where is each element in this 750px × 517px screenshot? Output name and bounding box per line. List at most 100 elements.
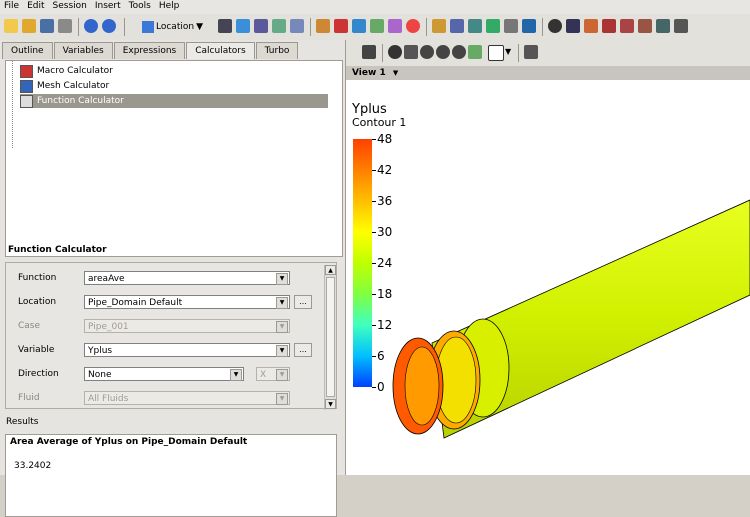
variable-icon[interactable] [432,19,446,33]
redo-icon[interactable] [102,19,116,33]
scroll-up-arrow[interactable]: ▲ [325,265,336,275]
vector-icon[interactable] [218,19,232,33]
tree-item-label: Macro Calculator [37,66,113,76]
fluid-combo: All Fluids ▼ [84,391,290,405]
legend-icon[interactable] [352,19,366,33]
open-file-icon[interactable] [22,19,36,33]
scroll-thumb[interactable] [326,277,335,397]
menu-item[interactable]: Edit [23,0,48,11]
separator [542,18,543,36]
function-calculator-tb-icon[interactable] [620,19,634,33]
field-label-fluid: Fluid [18,393,40,403]
legend-tick-mark [372,139,376,140]
select-icon[interactable] [362,45,376,59]
pan-icon[interactable] [404,45,418,59]
instance-transform-icon[interactable] [370,19,384,33]
legend-segment [353,263,372,294]
chart-icon[interactable] [486,19,500,33]
color-map-icon[interactable] [406,19,420,33]
mesh-calculator-tb-icon[interactable] [656,19,670,33]
location-browse-button[interactable]: ... [294,295,312,309]
animation-icon[interactable] [566,19,580,33]
zoom-icon[interactable] [420,45,434,59]
menu-item[interactable]: Tools [125,0,155,11]
field-label-variable: Variable [18,345,55,355]
function-combo[interactable]: areaAve ▼ [84,271,290,285]
macro-calculator-tb-icon[interactable] [638,19,652,33]
contour-icon[interactable] [236,19,250,33]
new-file-icon[interactable] [4,19,18,33]
legend-tick-mark [372,201,376,202]
field-label-direction: Direction [18,369,59,379]
chevron-down-icon: ▼ [276,321,288,333]
direction-combo[interactable]: None ▼ [84,367,244,381]
zoom-box-icon[interactable] [452,45,466,59]
variable-browse-button[interactable]: ... [294,343,312,357]
chevron-down-icon: ▼ [276,393,288,405]
tab-expressions[interactable]: Expressions [113,42,186,59]
pipe-ring-2-inner [435,336,477,424]
tree-connector [12,61,14,148]
scroll-down-arrow[interactable]: ▼ [325,399,336,409]
tab-variables[interactable]: Variables [53,42,113,59]
tab-turbo[interactable]: Turbo [255,42,299,59]
figure-icon[interactable] [522,19,536,33]
legend-segment [353,170,372,201]
tab-outline[interactable]: Outline [2,42,53,59]
legend-segment [353,325,372,356]
legend-tick-label: 42 [377,163,393,177]
command-editor-icon[interactable] [674,19,688,33]
print-icon[interactable] [58,19,72,33]
location-combo[interactable]: Pipe_Domain Default ▼ [84,295,290,309]
particle-track-icon[interactable] [272,19,286,33]
viewport-layout-icon[interactable] [488,45,504,61]
pipe-ring-2 [427,330,481,430]
help-icon[interactable] [524,45,538,59]
expression-icon[interactable] [450,19,464,33]
zoom-in-icon[interactable] [436,45,450,59]
separator [310,18,311,36]
chevron-down-icon: ▼ [276,273,288,285]
pipe-body [431,199,750,439]
separator [518,44,519,62]
tree-item-function-calculator[interactable]: Function Calculator [20,94,328,108]
fit-view-icon[interactable] [468,45,482,59]
location-label: Location [156,21,195,32]
left-panel: Outline Variables Expressions Calculators Tu… [0,40,345,517]
form-scrollbar[interactable]: ▲ ▼ [324,265,336,410]
menu-item[interactable]: Insert [91,0,125,11]
quick-editor-icon[interactable] [584,19,598,33]
tree-item-mesh-calculator[interactable]: Mesh Calculator [20,79,109,93]
comment-icon[interactable] [504,19,518,33]
menu-item[interactable]: Help [155,0,184,11]
chevron-down-icon[interactable]: ▼ [505,47,511,56]
results-title: Area Average of Yplus on Pipe_Domain Def… [10,437,248,447]
legend-segment [353,139,372,170]
table-icon[interactable] [468,19,482,33]
function-calculator-icon [20,94,33,108]
view-selector[interactable]: View 1 ▼ [346,66,750,80]
legend-tick-mark [372,356,376,357]
tab-calculators[interactable]: Calculators [186,42,255,59]
location-button[interactable]: Location ▼ [142,19,203,34]
variable-combo[interactable]: Yplus ▼ [84,343,290,357]
save-icon[interactable] [40,19,54,33]
field-label-location: Location [18,297,57,307]
legend-segment [353,201,372,232]
text-icon[interactable] [316,19,330,33]
tree-item-macro-calculator[interactable]: Macro Calculator [20,64,113,78]
streamline-icon[interactable] [254,19,268,33]
chevron-down-icon: ▼ [392,69,399,77]
volume-rendering-icon[interactable] [290,19,304,33]
menu-item[interactable]: Session [49,0,91,11]
clip-plane-icon[interactable] [388,19,402,33]
legend-tick-mark [372,263,376,264]
coordinate-frame-icon[interactable] [334,19,348,33]
clock-icon[interactable] [548,19,562,33]
rotate-icon[interactable] [388,45,402,59]
probe-icon[interactable] [602,19,616,33]
menu-item[interactable]: File [0,0,23,11]
undo-icon[interactable] [84,19,98,33]
field-label-case: Case [18,321,41,331]
legend-tick-mark [372,325,376,326]
